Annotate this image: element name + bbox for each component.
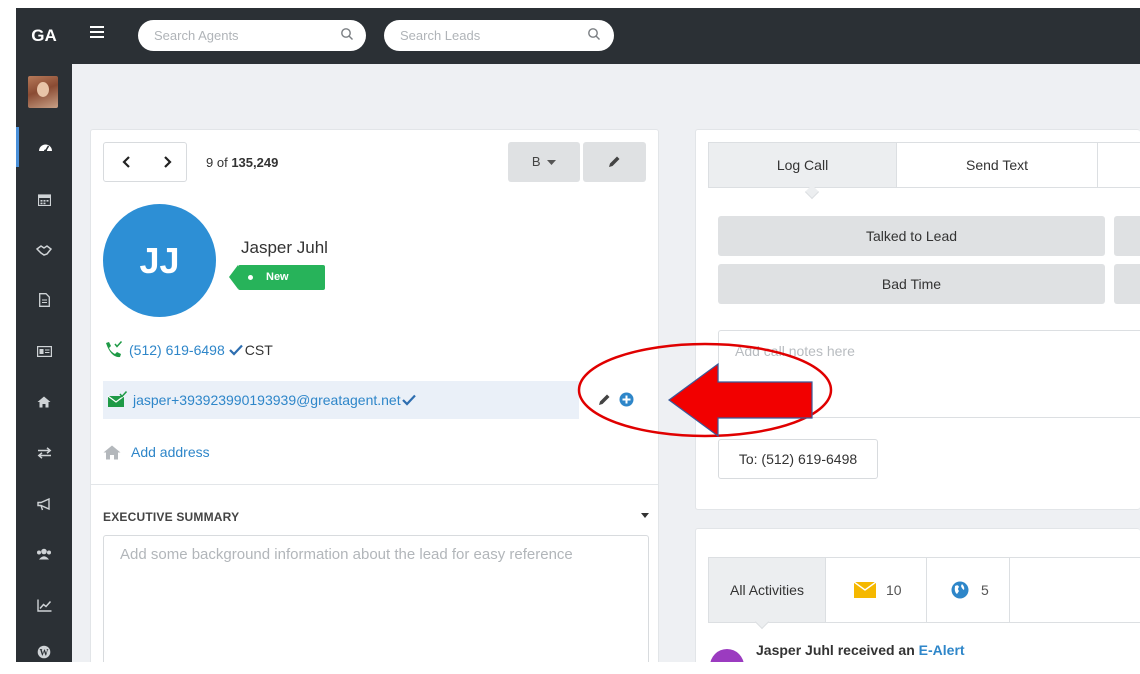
activity-actor: Jasper Juhl (756, 642, 834, 658)
chevron-left-icon[interactable] (120, 155, 134, 169)
home-icon (37, 396, 51, 408)
tab-send-text[interactable]: Send Text (897, 143, 1097, 187)
bullhorn-icon (36, 497, 50, 510)
bad-time-button[interactable]: Bad Time (718, 264, 1105, 304)
add-email-plus-icon[interactable] (619, 392, 634, 407)
user-avatar[interactable] (28, 76, 58, 108)
counter-position: 9 (206, 155, 214, 170)
status-label: New (266, 271, 289, 283)
caret-down-icon[interactable] (641, 513, 649, 518)
sidebar-item-team[interactable] (16, 534, 72, 574)
grade-label: B (531, 154, 541, 169)
status-badge[interactable]: New (229, 265, 325, 290)
sidebar-item-wordpress[interactable]: W (16, 632, 72, 662)
sidebar-item-campaigns[interactable] (16, 484, 72, 524)
exchange-icon (37, 447, 51, 459)
search-leads-box (384, 20, 614, 51)
tab-divider (1097, 143, 1098, 187)
e-alert-link[interactable]: E-Alert (919, 642, 965, 658)
outcome-button-clipped[interactable] (1114, 264, 1140, 304)
lead-avatar: JJ (103, 204, 216, 317)
search-icon[interactable] (340, 27, 354, 41)
users-icon (37, 548, 51, 560)
top-bar: GA (16, 8, 1140, 64)
call-to-number-button[interactable]: To: (512) 619-6498 (718, 439, 878, 479)
edit-lead-button[interactable] (583, 142, 646, 182)
lead-name: Jasper Juhl (241, 238, 328, 257)
action-tabs: Log Call Send Text (708, 142, 1140, 200)
search-agents-box (138, 20, 366, 51)
handshake-icon (36, 244, 52, 256)
sidebar-item-contacts[interactable] (16, 331, 72, 371)
active-tab-pointer (804, 184, 820, 200)
counter-of: of (216, 155, 228, 170)
app-logo[interactable]: GA (16, 8, 72, 64)
tab-divider (1009, 558, 1010, 622)
dashboard-icon (39, 144, 52, 153)
chevron-right-icon[interactable] (160, 155, 174, 169)
talked-to-lead-button[interactable]: Talked to Lead (718, 216, 1105, 256)
executive-summary-input[interactable] (103, 535, 649, 662)
lead-counter: 9 of 135,249 (206, 155, 278, 170)
address-row: Add address (103, 433, 210, 471)
check-icon (401, 394, 416, 406)
activity-entry: Jasper Juhl received an E-Alert (756, 642, 965, 658)
grade-dropdown-button[interactable]: B (508, 142, 580, 182)
wordpress-icon: W (37, 645, 51, 659)
email-link[interactable]: jasper+393923990193939@greatagent.net (133, 392, 401, 408)
sidebar-item-documents[interactable] (16, 280, 72, 320)
add-address-link[interactable]: Add address (131, 444, 210, 460)
sidebar-item-reports[interactable] (16, 585, 72, 625)
tab-emails[interactable]: 10 (826, 558, 926, 622)
phone-verified-icon (106, 341, 123, 358)
sidebar-item-dashboard[interactable] (16, 127, 72, 167)
activity-panel: All Activities 10 5 Jasper Juhl received… (695, 528, 1140, 662)
sidebar-item-deals[interactable] (16, 230, 72, 270)
call-notes-input[interactable] (718, 330, 1140, 418)
pencil-icon (609, 156, 620, 167)
outcome-button-clipped[interactable] (1114, 216, 1140, 256)
email-count: 10 (886, 582, 902, 598)
globe-icon (951, 581, 969, 599)
activity-avatar (710, 649, 744, 662)
app-window: GA Search Agents Search Leads W 9 of 135… (16, 8, 1140, 662)
phone-row: (512) 619-6498 CST (103, 331, 273, 369)
sidebar-item-transfers[interactable] (16, 433, 72, 473)
lead-details-panel: 9 of 135,249 B JJ Jasper Juhl New (512) … (90, 129, 659, 662)
activity-tabs: All Activities 10 5 (708, 557, 1140, 630)
search-leads-input[interactable] (400, 26, 570, 45)
activity-verb: received an (837, 642, 915, 658)
sidebar-item-properties[interactable] (16, 382, 72, 422)
tab-web-visits[interactable]: 5 (927, 558, 1009, 622)
envelope-icon (854, 582, 876, 598)
calendar-icon (37, 193, 51, 206)
svg-text:W: W (40, 648, 49, 658)
search-icon[interactable] (587, 27, 601, 41)
hamburger-menu-icon[interactable] (90, 26, 104, 40)
tab-all-activities[interactable]: All Activities (709, 558, 825, 622)
edit-email-pencil-icon[interactable] (597, 393, 611, 407)
document-icon (38, 293, 50, 307)
phone-link[interactable]: (512) 619-6498 (129, 342, 225, 358)
line-chart-icon (36, 599, 51, 612)
email-row: jasper+393923990193939@greatagent.net (103, 381, 634, 419)
lead-pager (103, 142, 187, 182)
search-agents-input[interactable] (154, 26, 324, 45)
executive-summary-title: EXECUTIVE SUMMARY (103, 510, 240, 524)
timezone-label: CST (244, 342, 273, 358)
id-card-icon (36, 345, 52, 357)
web-visit-count: 5 (981, 582, 989, 598)
caret-down-icon (547, 160, 557, 165)
sidebar-item-calendar[interactable] (16, 179, 72, 219)
executive-summary-section: EXECUTIVE SUMMARY (91, 484, 658, 662)
log-call-panel: Log Call Send Text Talked to Lead Bad Ti… (695, 129, 1140, 510)
counter-total: 135,249 (231, 155, 279, 170)
tab-log-call[interactable]: Log Call (709, 143, 896, 187)
sidebar: W (16, 64, 72, 662)
email-verified-icon (107, 391, 127, 407)
check-icon (228, 344, 243, 356)
home-icon (103, 445, 121, 459)
